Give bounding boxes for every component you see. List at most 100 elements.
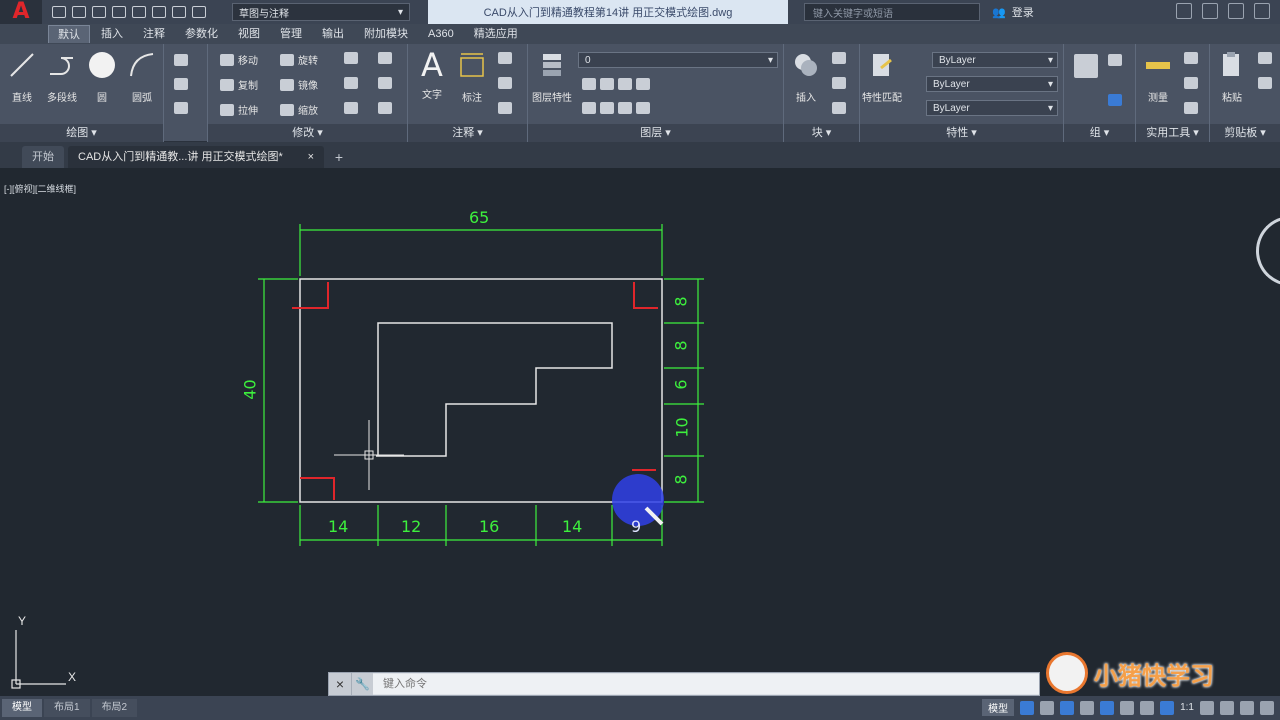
snap-icon[interactable] — [1040, 700, 1055, 715]
active-drawing-tab[interactable]: CAD从入门到精通教...讲 用正交模式绘图* × — [68, 146, 324, 168]
tab-model[interactable]: 模型 — [2, 699, 42, 717]
tab-addins[interactable]: 附加模块 — [355, 25, 417, 43]
layer-dropdown[interactable]: 0 ▾ — [578, 52, 778, 68]
grid-icon[interactable] — [1020, 700, 1035, 715]
clipboard-panel-title[interactable]: 剪贴板 ▾ — [1210, 124, 1280, 142]
circle-tool-button[interactable]: 圆 — [82, 50, 122, 104]
paste-button[interactable]: 粘贴 — [1212, 50, 1252, 104]
tab-layout1[interactable]: 布局1 — [44, 699, 90, 717]
menu-icon[interactable] — [1260, 700, 1274, 715]
annotation-icon[interactable] — [1160, 700, 1175, 715]
layer-tools-row-2[interactable] — [582, 102, 650, 114]
count-tool[interactable] — [1184, 77, 1198, 89]
model-space-toggle[interactable]: 模型 — [982, 699, 1015, 716]
linetype-dropdown[interactable]: ByLayer ▾ — [926, 76, 1058, 92]
cut-tool[interactable] — [1258, 77, 1272, 89]
undo-icon[interactable] — [172, 6, 186, 18]
workspace-dropdown[interactable]: 草图与注释 ▾ — [232, 3, 410, 21]
polyline-tool-button[interactable]: 多段线 — [42, 50, 82, 104]
tab-a360[interactable]: A360 — [419, 25, 463, 43]
trim-tool[interactable] — [344, 52, 358, 64]
polar-icon[interactable] — [1080, 700, 1095, 715]
drawing-canvas[interactable] — [0, 168, 1280, 696]
otrack-icon[interactable] — [1120, 700, 1135, 715]
hatch-tool[interactable] — [174, 102, 188, 114]
web-icon[interactable] — [152, 6, 166, 18]
open-file-icon[interactable] — [72, 6, 86, 18]
help-icon[interactable] — [1228, 3, 1244, 19]
annotation-scale[interactable]: 1:1 — [1180, 702, 1194, 713]
tab-annotate[interactable]: 注释 — [134, 25, 174, 43]
tab-manage[interactable]: 管理 — [271, 25, 311, 43]
close-icon[interactable]: × — [329, 673, 351, 695]
modify-panel-title[interactable]: 修改 ▾ — [208, 124, 407, 142]
viewport-controls[interactable]: [-][俯视][二维线框] — [4, 182, 76, 195]
tab-featured-apps[interactable]: 精选应用 — [465, 25, 527, 43]
layer-properties-button[interactable]: 图层特性 — [532, 50, 572, 104]
erase-tool[interactable] — [378, 52, 392, 64]
close-icon[interactable]: × — [308, 146, 314, 168]
ellipse-tool[interactable] — [174, 78, 188, 90]
utilities-panel-title[interactable]: 实用工具 ▾ — [1136, 124, 1209, 142]
edit-block-tool[interactable] — [832, 77, 846, 89]
ungroup-tool[interactable] — [1108, 54, 1122, 66]
calculator-tool[interactable] — [1184, 102, 1198, 114]
text-tool-button[interactable]: A 文字 — [412, 49, 452, 101]
block-attribute-tool[interactable] — [832, 102, 846, 114]
new-tab-button[interactable]: + — [328, 146, 350, 168]
tab-home[interactable]: 默认 — [48, 25, 90, 43]
customize-icon[interactable]: 🔧 — [351, 673, 373, 695]
gear-icon[interactable] — [1200, 700, 1214, 715]
search-input[interactable]: 键入关键字或短语 — [804, 3, 980, 21]
move-tool[interactable]: 移动 — [220, 52, 258, 67]
group-tool[interactable] — [1074, 54, 1098, 78]
save-icon[interactable] — [92, 6, 106, 18]
tab-insert[interactable]: 插入 — [92, 25, 132, 43]
arc-tool-button[interactable]: 圆弧 — [122, 50, 162, 104]
match-properties-button[interactable]: 特性匹配 — [862, 50, 902, 104]
insert-block-button[interactable]: 插入 — [786, 50, 826, 104]
command-input[interactable] — [373, 674, 1039, 694]
color-dropdown[interactable]: ByLayer ▾ — [932, 52, 1058, 68]
redo-icon[interactable] — [192, 6, 206, 18]
group-edit-tool[interactable] — [1108, 94, 1122, 106]
draw-panel-title[interactable]: 绘图 ▾ — [0, 124, 163, 142]
explode-tool[interactable] — [378, 77, 392, 89]
tab-view[interactable]: 视图 — [229, 25, 269, 43]
fillet-tool[interactable] — [344, 77, 358, 89]
scale-tool[interactable]: 缩放 — [280, 102, 318, 117]
cart-icon[interactable] — [1176, 3, 1192, 19]
fullscreen-icon[interactable] — [1240, 700, 1254, 715]
save-as-icon[interactable] — [112, 6, 126, 18]
mirror-tool[interactable]: 镜像 — [280, 77, 318, 92]
lineweight-icon[interactable] — [1140, 700, 1155, 715]
ortho-icon[interactable] — [1060, 700, 1075, 715]
measure-button[interactable]: 测量 — [1138, 50, 1178, 104]
exchange-icon[interactable] — [1202, 3, 1218, 19]
start-tab[interactable]: 开始 — [22, 146, 64, 168]
dimension-tool-button[interactable]: 标注 — [452, 50, 492, 104]
app-menu-button[interactable]: A — [0, 0, 42, 24]
lineweight-dropdown[interactable]: ByLayer ▾ — [926, 100, 1058, 116]
line-tool-button[interactable]: 直线 — [2, 50, 42, 104]
new-file-icon[interactable] — [52, 6, 66, 18]
tab-layout2[interactable]: 布局2 — [91, 699, 138, 717]
tab-output[interactable]: 输出 — [313, 25, 353, 43]
minimize-icon[interactable] — [1254, 3, 1270, 19]
array-tool[interactable] — [344, 102, 358, 114]
tab-parametric[interactable]: 参数化 — [176, 25, 227, 43]
table-tool[interactable] — [498, 77, 512, 89]
print-icon[interactable] — [132, 6, 146, 18]
osnap-icon[interactable] — [1100, 700, 1115, 715]
copy-clip-tool[interactable] — [1258, 52, 1272, 64]
block-panel-title[interactable]: 块 ▾ — [784, 124, 859, 142]
markup-tool[interactable] — [498, 102, 512, 114]
groups-panel-title[interactable]: 组 ▾ — [1064, 124, 1135, 142]
quick-select-tool[interactable] — [1184, 52, 1198, 64]
offset-tool[interactable] — [378, 102, 392, 114]
rotate-tool[interactable]: 旋转 — [280, 52, 318, 67]
plus-icon[interactable] — [1220, 700, 1234, 715]
rectangle-tool[interactable] — [174, 54, 188, 66]
properties-panel-title[interactable]: 特性 ▾ — [860, 124, 1063, 142]
user-sign-in[interactable]: 👥 登录 — [992, 4, 1034, 20]
